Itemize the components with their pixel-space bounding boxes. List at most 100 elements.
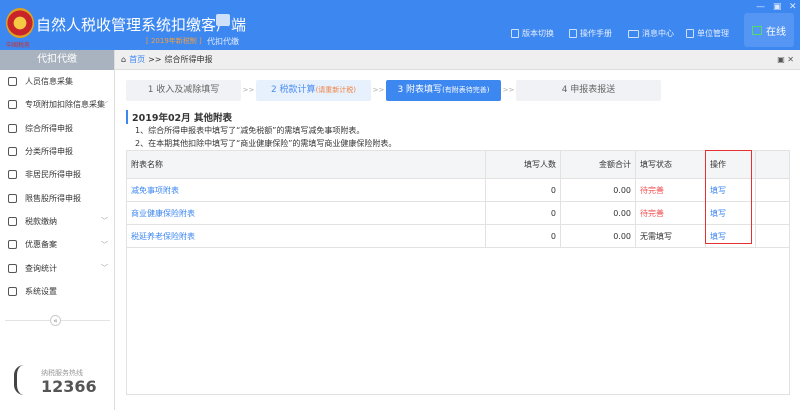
app-title: 自然人税收管理系统扣缴客户端	[36, 16, 247, 34]
tab-controls[interactable]: ▣ ✕	[777, 55, 794, 64]
sidebar-item-label: 查询统计	[25, 263, 57, 273]
close-button[interactable]: ✕	[789, 2, 797, 12]
count-cell: 0	[486, 202, 561, 224]
app-subtitle: [ 2019年新税制 ]	[146, 37, 202, 45]
attachment-name-link[interactable]: 减免事项附表	[131, 185, 179, 196]
step-label: 2 税款计算	[270, 85, 316, 95]
attachment-name-link[interactable]: 商业健康保险附表	[131, 208, 195, 219]
amount-cell: 0.00	[561, 225, 636, 247]
tool-label: 消息中心	[642, 29, 674, 38]
breadcrumb: ⌂ 首页 >> 综合所得申报 ▣ ✕	[115, 50, 800, 70]
message-center-button[interactable]: 消息中心	[628, 28, 674, 39]
building-icon	[686, 29, 694, 38]
bar-chart-icon	[8, 193, 17, 203]
sidebar-item-2[interactable]: 综合所得申报	[0, 117, 114, 140]
table-row: 商业健康保险附表 0 0.00 待完善 填写	[127, 202, 789, 225]
sidebar-item-label: 专项附加扣除信息采集	[25, 100, 105, 110]
folder-icon	[8, 216, 17, 226]
file-icon	[8, 240, 17, 250]
logo-text: 中国税务	[6, 42, 31, 49]
sidebar-item-3[interactable]: 分类所得申报	[0, 140, 114, 163]
step-label: 3 附表填写	[397, 85, 443, 95]
manual-icon	[569, 29, 577, 38]
breadcrumb-current: 综合所得申报	[164, 55, 213, 64]
sidebar-item-label: 税款缴纳	[25, 216, 57, 226]
step-sep: >>	[372, 86, 385, 94]
sidebar-item-label: 分类所得申报	[25, 147, 73, 157]
hotline-number: 12366	[41, 377, 97, 396]
breadcrumb-home[interactable]: 首页	[129, 54, 145, 65]
attachment-table: 附表名称 填写人数 金额合计 填写状态 操作 减免事项附表 0 0.00 待完善…	[126, 150, 790, 395]
step-sep: >>	[242, 86, 255, 94]
list-icon	[8, 100, 17, 110]
step-1[interactable]: 1 收入及减除填写	[126, 80, 241, 101]
step-note: (请重新计税)	[315, 86, 357, 94]
tool-label: 版本切换	[522, 29, 554, 38]
section-title: 2019年02月 其他附表	[126, 110, 232, 124]
col-count: 填写人数	[486, 151, 561, 178]
sidebar-item-label: 非居民所得申报	[25, 170, 81, 180]
status-cell: 待完善	[636, 179, 706, 201]
sidebar-item-6[interactable]: 税款缴纳 ﹀	[0, 210, 114, 233]
attachment-name-link[interactable]: 税延养老保险附表	[131, 231, 195, 242]
chevron-down-icon: ﹀	[101, 264, 108, 273]
step-label: 4 申报表报送	[561, 85, 616, 95]
status-cell: 待完善	[636, 202, 706, 224]
wallet-icon[interactable]	[216, 14, 230, 26]
sidebar-item-5[interactable]: 限售股所得申报	[0, 186, 114, 209]
unit-management-button[interactable]: 单位管理	[686, 28, 729, 39]
pie-chart-icon	[8, 147, 17, 157]
sidebar-item-4[interactable]: 非居民所得申报	[0, 163, 114, 186]
breadcrumb-sep: >>	[148, 55, 162, 64]
sidebar-item-9[interactable]: 系统设置	[0, 280, 114, 303]
version-switch-button[interactable]: 版本切换	[511, 28, 554, 39]
minimize-button[interactable]: —	[756, 2, 765, 12]
note-1: 1、综合所得申报表中填写了“减免税额”的需填写减免事项附表。	[135, 126, 365, 135]
col-status: 填写状态	[636, 151, 706, 178]
person-icon	[8, 77, 17, 87]
count-cell: 0	[486, 179, 561, 201]
collapse-sidebar-button[interactable]: «	[50, 315, 61, 326]
step-note: (有附表待完善)	[442, 86, 490, 94]
document-icon	[511, 29, 519, 38]
sidebar-item-0[interactable]: 人员信息采集	[0, 70, 114, 93]
user-icon	[8, 170, 17, 180]
step-sep: >>	[502, 86, 515, 94]
step-4[interactable]: 4 申报表报送	[516, 80, 661, 101]
filler-cell	[756, 179, 789, 201]
col-amount: 金额合计	[561, 151, 636, 178]
table-header: 附表名称 填写人数 金额合计 填写状态 操作	[127, 151, 789, 179]
amount-cell: 0.00	[561, 202, 636, 224]
home-icon[interactable]: ⌂	[121, 55, 126, 64]
mail-icon	[628, 29, 639, 38]
chevron-down-icon: ﹀	[101, 217, 108, 226]
sidebar-item-1[interactable]: 专项附加扣除信息采集 ﹀	[0, 93, 114, 116]
app-header: 中国税务 自然人税收管理系统扣缴客户端 [ 2019年新税制 ] 代扣代缴 版本…	[0, 0, 800, 50]
sidebar-item-8[interactable]: 查询统计 ﹀	[0, 256, 114, 279]
headset-icon	[14, 365, 36, 395]
maximize-button[interactable]: ▣	[773, 2, 782, 12]
note-2: 2、在本期其他扣除中填写了“商业健康保险”的需填写商业健康保险附表。	[135, 139, 397, 148]
step-2[interactable]: 2 税款计算(请重新计税)	[256, 80, 371, 101]
gear-icon	[8, 286, 17, 296]
monitor-check-icon	[752, 25, 762, 35]
step-wizard: 1 收入及减除填写 >> 2 税款计算(请重新计税) >> 3 附表填写(有附表…	[126, 80, 661, 101]
online-label: 在线	[766, 26, 786, 38]
sidebar-item-label: 限售股所得申报	[25, 193, 81, 203]
chevron-down-icon: ﹀	[101, 240, 108, 249]
tool-label: 单位管理	[697, 29, 729, 38]
filler-cell	[756, 202, 789, 224]
step-label: 1 收入及减除填写	[147, 85, 220, 95]
manual-button[interactable]: 操作手册	[569, 28, 612, 39]
table-row: 减免事项附表 0 0.00 待完善 填写	[127, 179, 789, 202]
amount-cell: 0.00	[561, 179, 636, 201]
sidebar-title: 代扣代缴	[0, 50, 114, 70]
sidebar-item-7[interactable]: 优惠备案 ﹀	[0, 233, 114, 256]
sidebar-item-label: 优惠备案	[25, 240, 57, 250]
status-cell: 无需填写	[636, 225, 706, 247]
step-3[interactable]: 3 附表填写(有附表待完善)	[386, 80, 501, 101]
module-label[interactable]: 代扣代缴	[207, 36, 239, 47]
filler-cell	[756, 225, 789, 247]
col-filler	[756, 151, 789, 178]
online-status-button[interactable]: 在线	[744, 13, 794, 47]
